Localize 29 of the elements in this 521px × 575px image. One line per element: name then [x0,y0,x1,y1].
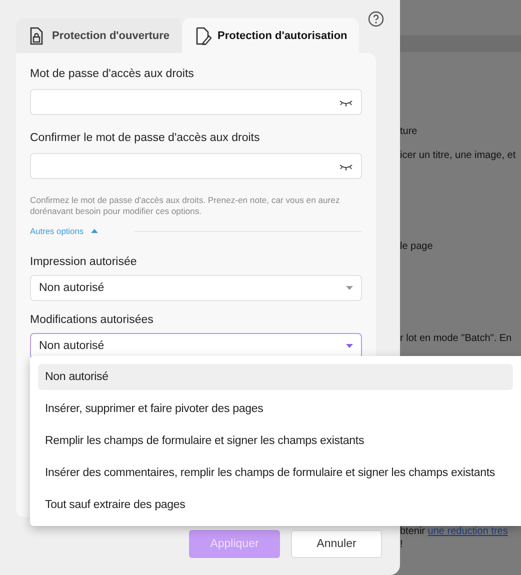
caret-icon [346,344,353,348]
page-text: btenir une reduction tres [400,526,508,538]
field-label: Confirmer le mot de passe d'accès aux droits [30,131,261,145]
password-field[interactable] [30,153,362,179]
page-text: ture [400,126,418,138]
page-text: ! [400,539,403,551]
field-label: Impression autorisée [30,255,138,269]
page-text: r lot en mode "Batch". En [400,333,512,345]
help-icon[interactable] [368,11,384,27]
menu-option[interactable]: Insérer des commentaires, remplir les champs de formulaire et signer les champs existants [38,460,513,486]
field-label: Modifications autorisées [30,313,154,327]
menu-option[interactable]: Non autorisé [38,364,513,390]
password-field[interactable] [30,89,362,115]
caret-icon [346,286,353,290]
tab[interactable]: Protection d'autorisation [182,18,360,53]
edit-document-icon [194,26,212,44]
eye-closed-icon[interactable] [339,98,353,106]
menu-option[interactable]: Remplir les champs de formulaire et signer les champs existants [38,428,513,454]
page-text: icer un titre, une image, et [400,150,516,162]
dropdown[interactable]: Non autorisé [30,275,362,301]
hint-text: Confirmez le mot de passe d'accès aux droits. Prenez-en note, car vous en aurez dorénavant besoin pour modifier ces options. [30,195,341,217]
eye-closed-icon[interactable] [339,162,353,170]
field-label: Mot de passe d'accès aux droits [30,67,195,81]
page-text: le page [400,241,433,253]
cancel-button[interactable]: Annuler [291,530,382,558]
menu-option[interactable]: Tout sauf extraire des pages [38,492,513,518]
tab[interactable]: Protection d'ouverture [16,18,182,53]
caret-icon [90,228,98,234]
menu-option[interactable]: Insérer, supprimer et faire pivoter des pages [38,396,513,422]
